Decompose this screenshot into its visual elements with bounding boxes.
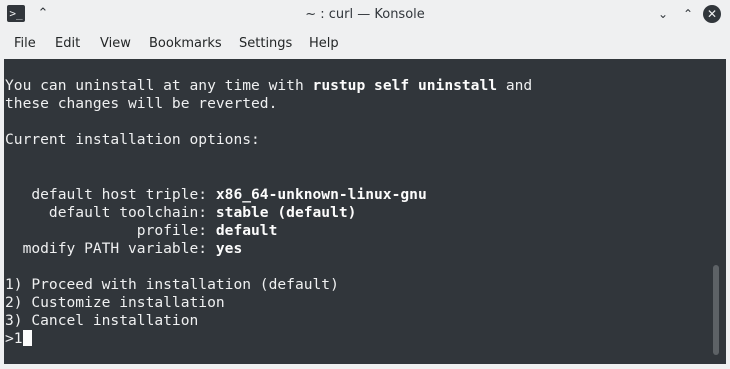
chevron-down-icon: ⌄ — [657, 7, 669, 21]
menu-bookmarks[interactable]: Bookmarks — [149, 29, 222, 59]
scrollbar-thumb[interactable] — [713, 265, 719, 355]
terminal-text: 3) Cancel installation — [5, 312, 199, 330]
menu-help[interactable]: Help — [309, 29, 339, 59]
terminal-text: default toolchain: — [5, 203, 216, 221]
terminal-text: and — [497, 77, 533, 94]
menu-edit[interactable]: Edit — [55, 29, 80, 59]
terminal-text: default host triple: — [5, 185, 216, 203]
text-cursor — [22, 330, 32, 347]
close-button[interactable]: ✕ — [703, 5, 721, 23]
terminal-line: 2) Customize installation — [5, 294, 532, 312]
scrollbar[interactable] — [713, 59, 719, 364]
terminal-text: modify PATH variable: — [5, 239, 216, 257]
terminal-text: Current installation options: — [5, 131, 260, 149]
terminal-prompt: >1 — [5, 330, 23, 348]
terminal-text: You can uninstall at any time with — [5, 77, 313, 94]
terminal-line: You can uninstall at any time with rustu… — [5, 77, 532, 95]
terminal-line: 3) Cancel installation — [5, 312, 532, 330]
terminal-value: rustup self uninstall — [312, 77, 498, 94]
terminal-text: 2) Customize installation — [5, 294, 225, 312]
menu-file[interactable]: File — [14, 29, 36, 59]
terminal-value: stable (default) — [215, 203, 357, 221]
title-bar[interactable]: >_ ⌃ ~ : curl — Konsole ⌄ ⌃ ✕ — [0, 0, 730, 29]
terminal-output: You can uninstall at any time with rustu… — [5, 77, 532, 348]
close-icon: ✕ — [706, 7, 718, 21]
menu-settings[interactable]: Settings — [239, 29, 292, 59]
terminal-value: x86_64-unknown-linux-gnu — [215, 185, 427, 203]
terminal-text: profile: — [5, 221, 216, 239]
terminal-line: default toolchain: stable (default) — [5, 204, 532, 222]
terminal-text: these changes will be reverted. — [5, 95, 278, 113]
menu-bar: File Edit View Bookmarks Settings Help — [0, 29, 730, 59]
window-title: ~ : curl — Konsole — [305, 7, 425, 22]
terminal-value: yes — [215, 239, 243, 257]
terminal-value: default — [215, 221, 278, 239]
minimize-button[interactable]: ⌄ — [654, 5, 672, 23]
terminal-line: modify PATH variable: yes — [5, 240, 532, 258]
menu-view[interactable]: View — [100, 29, 131, 59]
terminal-line: profile: default — [5, 222, 532, 240]
chevron-up-icon: ⌃ — [682, 7, 694, 21]
terminal-line: 1) Proceed with installation (default) — [5, 276, 532, 294]
konsole-window: >_ ⌃ ~ : curl — Konsole ⌄ ⌃ ✕ File Edit … — [0, 0, 730, 369]
maximize-button[interactable]: ⌃ — [679, 5, 697, 23]
terminal-line: Current installation options: — [5, 131, 532, 149]
terminal-prompt-line[interactable]: >1 — [5, 330, 532, 348]
terminal-line: these changes will be reverted. — [5, 95, 532, 113]
terminal-line: default host triple: x86_64-unknown-linu… — [5, 186, 532, 204]
terminal-text: 1) Proceed with installation (default) — [5, 276, 339, 294]
terminal-view[interactable]: You can uninstall at any time with rustu… — [4, 59, 726, 364]
